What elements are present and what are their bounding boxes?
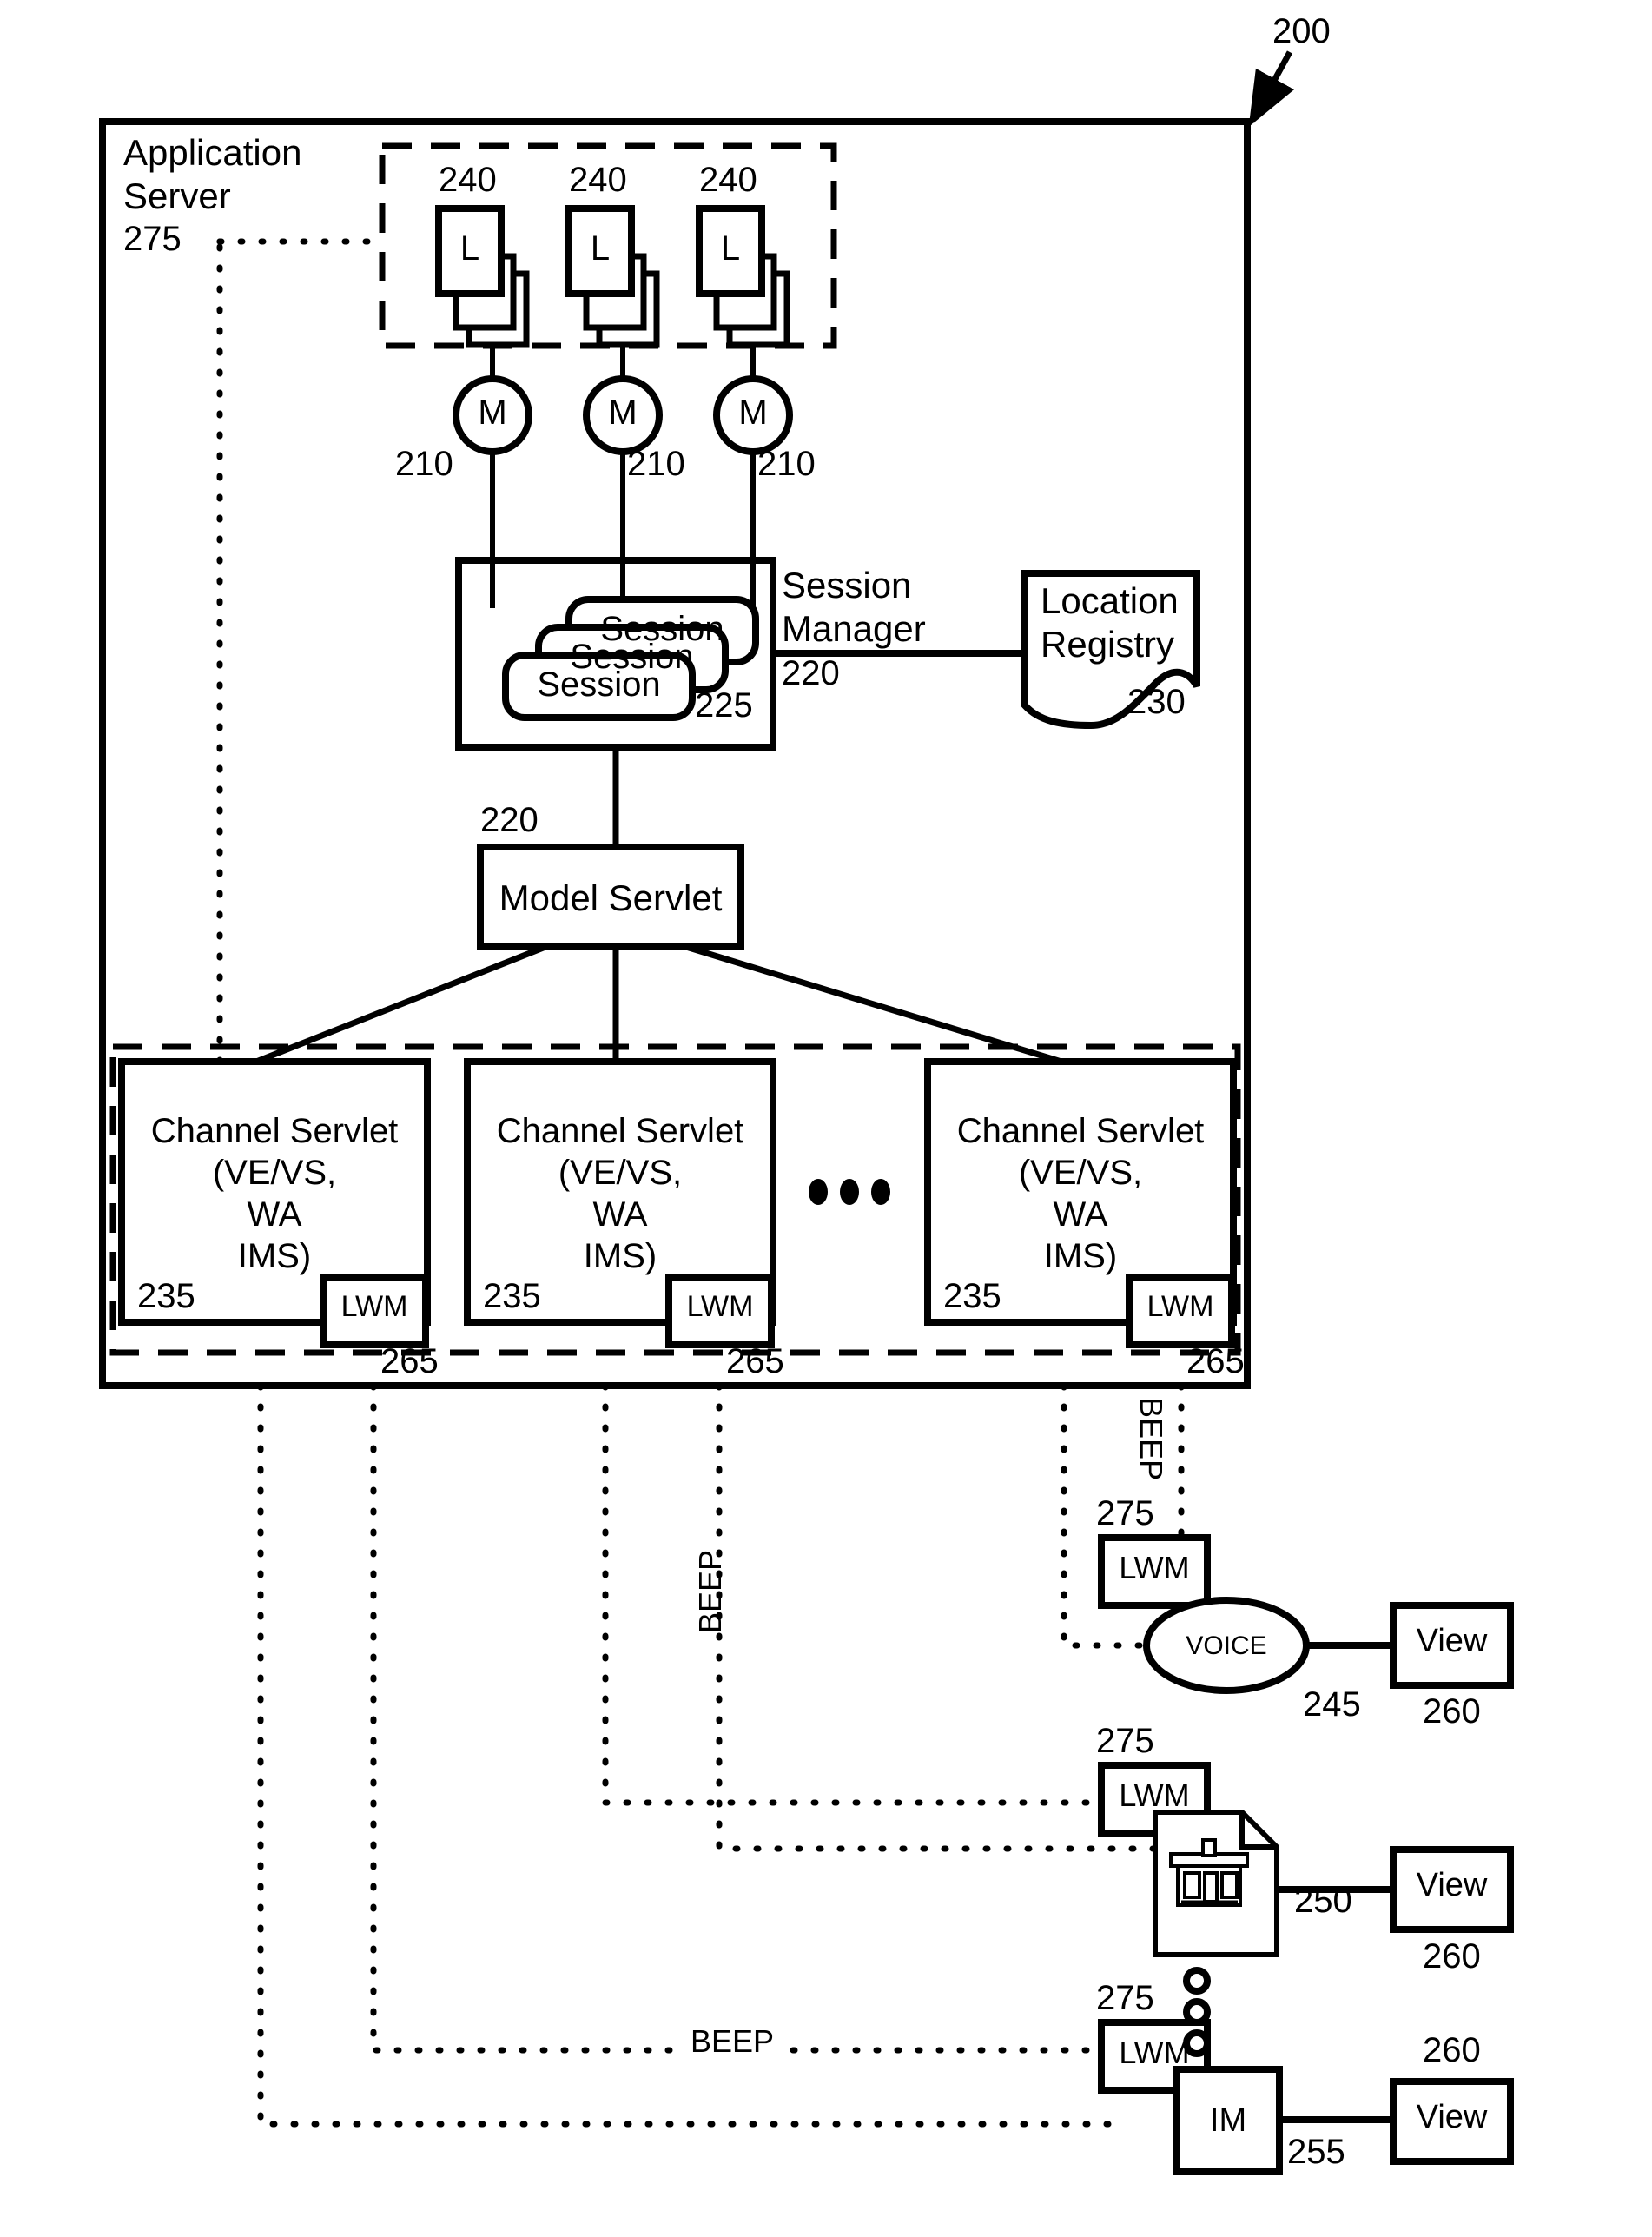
channel-servlet-1-ref-235: 235 [137,1277,195,1315]
channel-servlet-2-ref-235: 235 [483,1277,541,1315]
beep-label-web: BEEP [692,1549,728,1633]
app-server-reference-275: 275 [123,220,182,258]
channel-servlet-2-lwm-label: LWM [686,1290,754,1323]
beep-label-im: BEEP [682,2023,783,2060]
model-glyph-1: M [478,394,507,432]
model-glyph-3: M [738,394,768,432]
beep-label-voice: BEEP [1133,1397,1169,1481]
im-node-ref-255: 255 [1287,2133,1345,2171]
listener-glyph-2: L [590,229,611,268]
web-lwm-label: LWM [1119,1777,1190,1813]
model-ref-1: 210 [395,445,453,483]
listener-glyph-1: L [459,229,480,268]
listener-stack-ref-2: 240 [569,161,627,199]
channel-servlet-3-line2: (VE/VS, [1018,1154,1143,1192]
channel-servlet-2-line1: Channel Servlet [496,1112,744,1150]
channel-servlet-2-line2: (VE/VS, [558,1154,683,1192]
channel-servlet-2-lwm-ref-265: 265 [726,1342,784,1380]
voice-node-label: VOICE [1186,1631,1267,1660]
channel-servlet-3-line3: WA [1053,1195,1108,1234]
channel-servlet-1-lwm-ref-265: 265 [380,1342,439,1380]
session-manager-ref-220: 220 [782,654,840,692]
listener-glyph-3: L [720,229,741,268]
listener-stack-ref-1: 240 [439,161,497,199]
im-lwm-label: LWM [1119,2035,1190,2070]
figure-canvas: 200 Application Server 275 240 240 240 L… [0,0,1652,2237]
channel-servlet-3-line4: IMS) [1043,1237,1118,1275]
web-lwm-ref-275: 275 [1096,1722,1154,1760]
session-manager-label-line2: Manager [782,608,926,649]
channel-servlet-3-ref-235: 235 [943,1277,1001,1315]
web-view-ref-260: 260 [1423,1937,1481,1976]
location-registry-ref-230: 230 [1127,683,1186,721]
channel-servlet-1-line4: IMS) [237,1237,312,1275]
app-server-title-line2: Server [123,175,231,216]
voice-lwm-label: LWM [1119,1550,1190,1585]
im-node-label: IM [1209,2102,1247,2139]
model-servlet-label: Model Servlet [499,877,723,918]
model-glyph-2: M [608,394,638,432]
web-view-label: View [1416,1867,1488,1903]
listener-stack-ref-3: 240 [699,161,757,199]
im-view-ref-260: 260 [1423,2031,1481,2069]
channel-servlet-1-line2: (VE/VS, [212,1154,337,1192]
channel-servlet-3-lwm-label: LWM [1146,1290,1214,1323]
figure-reference-200: 200 [1272,12,1331,50]
voice-lwm-ref-275: 275 [1096,1494,1154,1532]
im-lwm-ref-275: 275 [1096,1979,1154,2017]
session-manager-label-line1: Session [782,565,912,606]
channel-servlet-3-lwm-ref-265: 265 [1186,1342,1245,1380]
session-ref-225: 225 [695,686,753,725]
app-server-title-line1: Application [123,132,302,173]
voice-view-label: View [1416,1623,1488,1659]
channel-servlet-1-line1: Channel Servlet [150,1112,399,1150]
voice-view-ref-260: 260 [1423,1692,1481,1731]
web-node-ref-250: 250 [1294,1882,1352,1920]
voice-node-ref-245: 245 [1303,1685,1361,1724]
channel-servlet-2-line4: IMS) [583,1237,657,1275]
channel-servlet-1-lwm-label: LWM [340,1290,408,1323]
channel-servlet-3-line1: Channel Servlet [956,1112,1205,1150]
channel-servlet-2-line3: WA [592,1195,648,1234]
channel-servlet-1-line3: WA [247,1195,302,1234]
model-ref-2: 210 [627,445,685,483]
im-view-label: View [1416,2099,1488,2135]
model-ref-3: 210 [757,445,816,483]
location-registry-label-line1: Location [1041,580,1179,621]
model-servlet-ref-220: 220 [480,801,539,839]
session-label-front: Session [537,665,661,704]
location-registry-label-line2: Registry [1041,624,1175,665]
